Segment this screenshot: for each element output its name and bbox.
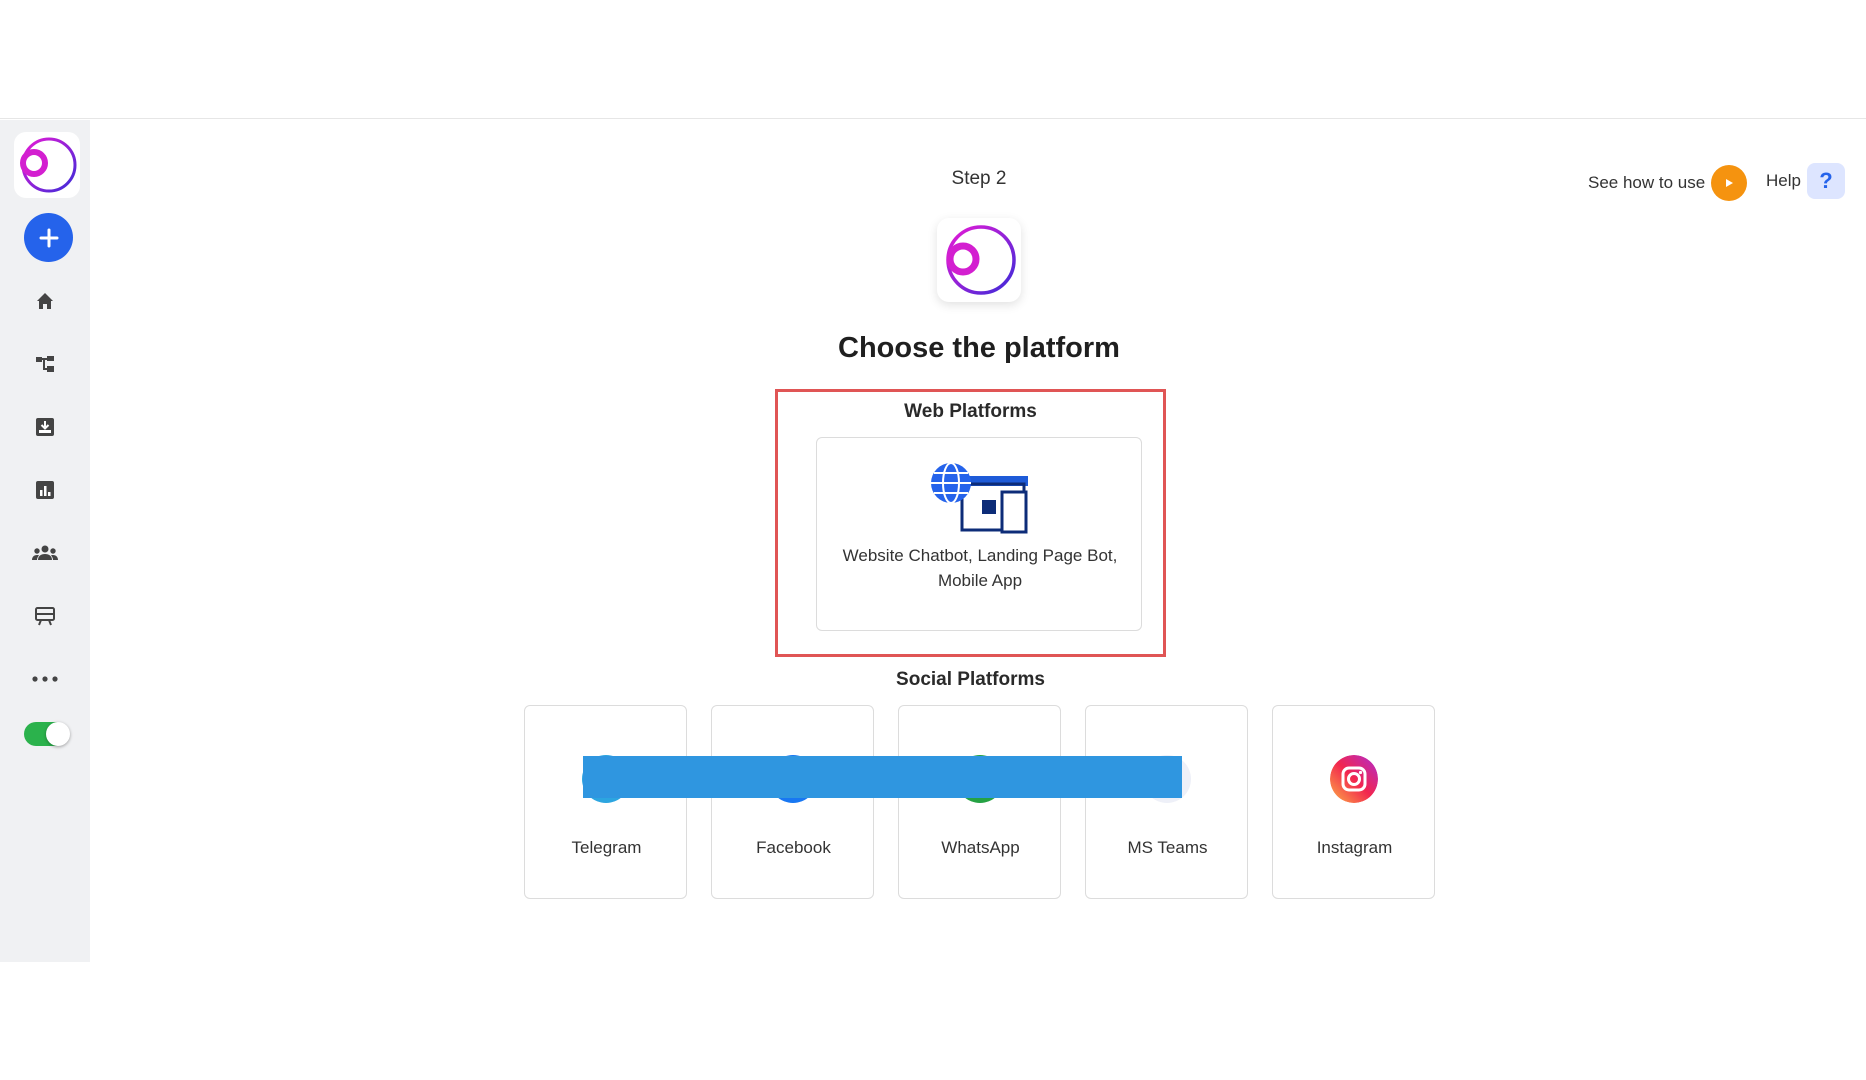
audience-icon (32, 545, 58, 560)
bottom-blank (0, 962, 1866, 1080)
instagram-card[interactable]: Instagram (1272, 705, 1435, 899)
sidebar-item-home[interactable] (30, 286, 60, 316)
see-how-label: See how to use (1588, 173, 1706, 192)
telegram-card[interactable]: Telegram (524, 705, 687, 899)
sidebar (0, 120, 90, 962)
flow-icon (36, 356, 54, 372)
analytics-icon (36, 481, 54, 499)
question-icon: ? (1806, 163, 1845, 199)
help-label: Help (1766, 171, 1801, 190)
add-button[interactable] (24, 213, 73, 262)
sidebar-item-more[interactable] (30, 664, 60, 694)
ms-teams-card[interactable]: MS Teams (1085, 705, 1248, 899)
sidebar-item-templates[interactable] (30, 601, 60, 631)
web-devices-icon (931, 462, 1028, 534)
mode-toggle[interactable] (24, 722, 70, 746)
web-platforms-heading: Web Platforms (904, 401, 1037, 422)
sidebar-item-flows[interactable] (30, 349, 60, 379)
sidebar-item-analytics[interactable] (30, 475, 60, 505)
step-label: Step 2 (951, 168, 1007, 189)
web-platform-card-label: Website Chatbot, Landing Page Bot, Mobil… (842, 546, 1118, 590)
page-title: Choose the platform (838, 332, 1120, 364)
whatsapp-card[interactable]: WhatsApp (898, 705, 1061, 899)
sidebar-item-audience[interactable] (30, 538, 60, 568)
redaction-bar (583, 756, 1182, 798)
social-platforms-heading: Social Platforms (896, 669, 1045, 690)
play-icon (1711, 165, 1748, 201)
sidebar-item-inbox[interactable] (30, 412, 60, 442)
plus-icon (39, 228, 58, 247)
home-icon (37, 293, 53, 309)
inbox-icon (36, 418, 54, 436)
web-platform-card[interactable]: Website Chatbot, Landing Page Bot, Mobil… (816, 437, 1142, 631)
telegram-label: Telegram (571, 838, 642, 857)
more-icon (32, 676, 58, 682)
templates-icon (35, 607, 55, 626)
instagram-icon (1330, 755, 1378, 803)
help-button[interactable]: Help ? (1766, 162, 1845, 200)
brand-logo-icon (946, 225, 1016, 295)
facebook-card[interactable]: Facebook (711, 705, 874, 899)
see-how-to-use-link[interactable]: See how to use (1588, 164, 1748, 202)
facebook-label: Facebook (756, 838, 831, 857)
toggle-knob (46, 722, 70, 746)
instagram-label: Instagram (1316, 838, 1393, 857)
whatsapp-label: WhatsApp (941, 838, 1020, 857)
top-bar (0, 0, 1866, 119)
hero-logo (937, 218, 1021, 302)
ms-teams-label: MS Teams (1127, 838, 1208, 857)
